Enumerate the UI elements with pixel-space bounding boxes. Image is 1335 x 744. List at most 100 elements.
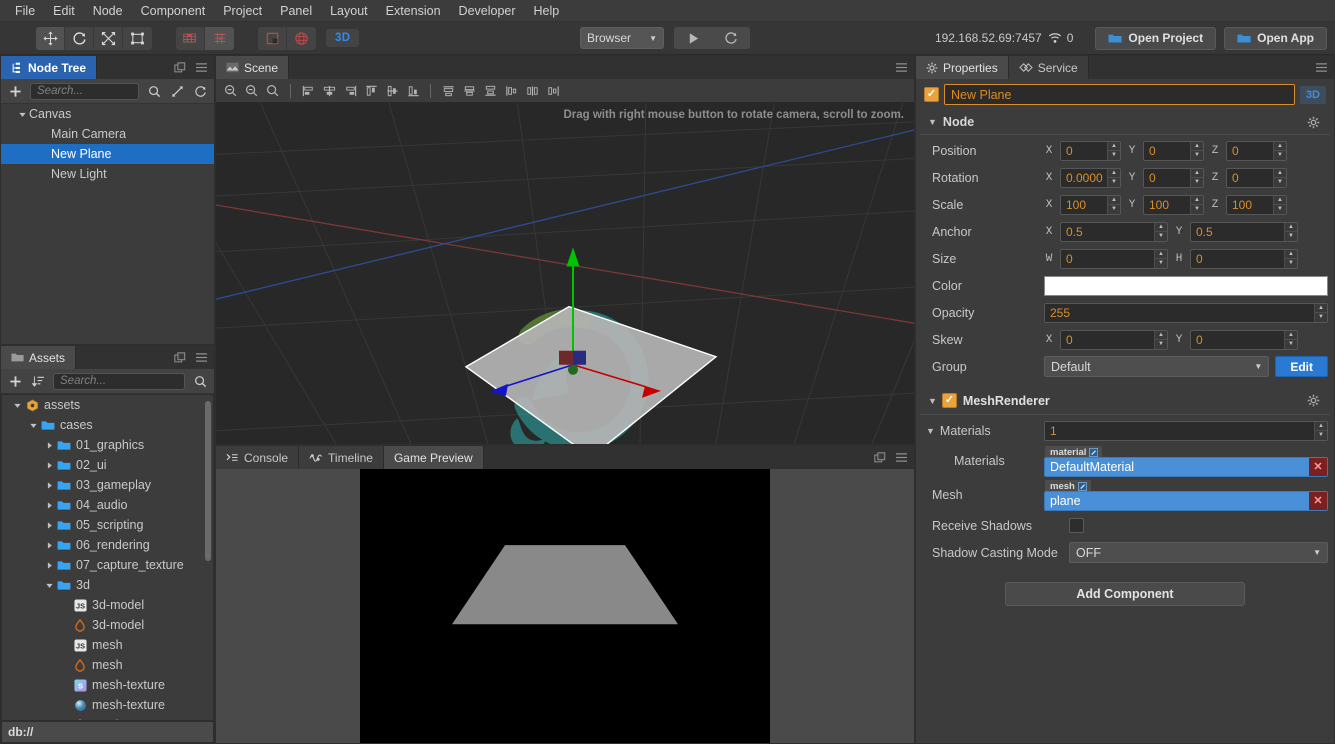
mesh-asset-slot[interactable]: plane ✕ bbox=[1044, 490, 1328, 511]
mesh-renderer-header[interactable]: ▼ ✓ MeshRenderer bbox=[920, 386, 1330, 415]
spinner[interactable]: ▲ ▼ bbox=[1190, 141, 1203, 160]
move-tool-button[interactable] bbox=[36, 26, 65, 50]
spinner[interactable]: ▲ ▼ bbox=[1190, 168, 1203, 187]
distribute-hspace-icon[interactable] bbox=[502, 82, 520, 100]
anchor-x-input[interactable]: 0.5 ▲ ▼ bbox=[1060, 221, 1168, 242]
popout-icon[interactable] bbox=[174, 61, 186, 74]
assets-item[interactable]: 04_audio bbox=[2, 495, 213, 515]
clear-mesh-button[interactable]: ✕ bbox=[1309, 491, 1327, 510]
assets-item[interactable]: JS mesh bbox=[2, 635, 213, 655]
spinner[interactable]: ▲ ▼ bbox=[1273, 168, 1286, 187]
align-hcenter-icon[interactable] bbox=[320, 82, 338, 100]
node-enabled-checkbox[interactable]: ✓ bbox=[924, 87, 939, 102]
panel-menu-icon[interactable] bbox=[195, 352, 208, 363]
distribute-bottom-icon[interactable] bbox=[481, 82, 499, 100]
scale-z-input[interactable]: 100 ▲ ▼ bbox=[1226, 194, 1287, 215]
size-h-input[interactable]: 0 ▲ ▼ bbox=[1190, 248, 1298, 269]
node-tree-item[interactable]: Canvas bbox=[1, 104, 214, 124]
menu-item-developer[interactable]: Developer bbox=[450, 2, 525, 20]
chevron-down-icon[interactable] bbox=[26, 421, 40, 430]
refresh-button[interactable] bbox=[712, 27, 750, 49]
opacity-input[interactable]: 255 ▲ ▼ bbox=[1044, 302, 1328, 323]
panel-menu-icon[interactable] bbox=[1315, 62, 1328, 73]
node-section-header[interactable]: ▼ Node bbox=[920, 109, 1330, 135]
panel-menu-icon[interactable] bbox=[895, 62, 908, 73]
assets-search-input[interactable]: Search... bbox=[53, 372, 185, 390]
group-edit-button[interactable]: Edit bbox=[1275, 356, 1328, 377]
sort-assets-icon[interactable] bbox=[30, 373, 46, 389]
align-top-icon[interactable] bbox=[362, 82, 380, 100]
preview-target-select[interactable]: Browser ▼ bbox=[580, 27, 664, 49]
spinner[interactable]: ▲ ▼ bbox=[1314, 421, 1327, 440]
mesh-renderer-enabled-checkbox[interactable]: ✓ bbox=[941, 393, 957, 408]
assets-scrollbar[interactable] bbox=[205, 401, 211, 561]
node-tree-item[interactable]: Main Camera bbox=[1, 124, 214, 144]
menu-item-extension[interactable]: Extension bbox=[377, 2, 450, 20]
spinner[interactable]: ▲ ▼ bbox=[1190, 195, 1203, 214]
shadow-casting-mode-select[interactable]: OFF ▼ bbox=[1069, 542, 1328, 563]
distribute-vspace-icon[interactable] bbox=[523, 82, 541, 100]
assets-item[interactable]: JS 3d-model bbox=[2, 595, 213, 615]
spinner[interactable]: ▲ ▼ bbox=[1284, 249, 1297, 268]
center-tool-button[interactable] bbox=[205, 26, 234, 50]
menu-item-file[interactable]: File bbox=[6, 2, 44, 20]
chevron-down-icon[interactable]: ▼ bbox=[926, 426, 935, 436]
menu-item-project[interactable]: Project bbox=[214, 2, 271, 20]
chevron-right-icon[interactable] bbox=[42, 521, 56, 530]
open-app-button[interactable]: Open App bbox=[1224, 26, 1327, 50]
rotation-y-input[interactable]: 0 ▲ ▼ bbox=[1143, 167, 1204, 188]
distribute-middle-icon[interactable] bbox=[460, 82, 478, 100]
node-section-gear-icon[interactable] bbox=[1307, 116, 1320, 129]
materials-count-input[interactable]: 1 ▲ ▼ bbox=[1044, 420, 1328, 441]
chevron-down-icon[interactable] bbox=[42, 581, 56, 590]
position-z-input[interactable]: 0 ▲ ▼ bbox=[1226, 140, 1287, 161]
spinner[interactable]: ▲ ▼ bbox=[1284, 222, 1297, 241]
node-dimension-badge[interactable]: 3D bbox=[1299, 85, 1326, 104]
scale-x-input[interactable]: 100 ▲ ▼ bbox=[1060, 194, 1121, 215]
assets-item[interactable]: 07_capture_texture bbox=[2, 555, 213, 575]
node-tree-item[interactable]: New Light bbox=[1, 164, 214, 184]
menu-item-layout[interactable]: Layout bbox=[321, 2, 377, 20]
distribute-top-icon[interactable] bbox=[439, 82, 457, 100]
add-component-button[interactable]: Add Component bbox=[1005, 582, 1245, 606]
assets-item[interactable]: 02_ui bbox=[2, 455, 213, 475]
mesh-renderer-gear-icon[interactable] bbox=[1307, 394, 1320, 407]
node-tree-item[interactable]: New Plane bbox=[1, 144, 214, 164]
scene-viewport[interactable]: Drag with right mouse button to rotate c… bbox=[216, 103, 914, 444]
search-icon[interactable] bbox=[192, 373, 208, 389]
receive-shadows-checkbox[interactable] bbox=[1069, 518, 1084, 533]
assets-item[interactable]: 01_graphics bbox=[2, 435, 213, 455]
panel-menu-icon[interactable] bbox=[195, 62, 208, 73]
tab-node-tree[interactable]: Node Tree bbox=[1, 56, 98, 79]
add-node-button[interactable] bbox=[7, 83, 23, 99]
refresh-tree-icon[interactable] bbox=[192, 83, 208, 99]
rotate-tool-button[interactable] bbox=[65, 26, 94, 50]
assets-item[interactable]: Smesh-texture bbox=[2, 675, 213, 695]
menu-item-component[interactable]: Component bbox=[132, 2, 215, 20]
align-vcenter-icon[interactable] bbox=[383, 82, 401, 100]
search-icon[interactable] bbox=[146, 83, 162, 99]
material-asset-slot[interactable]: DefaultMaterial ✕ bbox=[1044, 456, 1328, 477]
play-button[interactable] bbox=[674, 27, 712, 49]
menu-item-panel[interactable]: Panel bbox=[271, 2, 321, 20]
spinner[interactable]: ▲ ▼ bbox=[1107, 168, 1120, 187]
distribute-edges-icon[interactable] bbox=[544, 82, 562, 100]
group-select[interactable]: Default ▼ bbox=[1044, 356, 1270, 377]
assets-item[interactable]: mesh bbox=[2, 655, 213, 675]
assets-item[interactable]: 3d bbox=[2, 575, 213, 595]
spinner[interactable]: ▲ ▼ bbox=[1107, 141, 1120, 160]
assets-list[interactable]: assets cases 01_graphics 02_ui 03_gameplay 04… bbox=[2, 395, 213, 720]
assets-item[interactable]: 3d-model bbox=[2, 615, 213, 635]
assets-item[interactable]: 05_scripting bbox=[2, 515, 213, 535]
tab-properties[interactable]: Properties bbox=[916, 56, 1009, 79]
spinner[interactable]: ▲ ▼ bbox=[1154, 249, 1167, 268]
chevron-right-icon[interactable] bbox=[42, 541, 56, 550]
local-coord-tool-button[interactable] bbox=[258, 26, 287, 50]
node-tree-search-input[interactable]: Search... bbox=[30, 82, 139, 100]
popout-icon[interactable] bbox=[874, 451, 886, 464]
color-swatch-input[interactable] bbox=[1044, 275, 1328, 296]
zoom-reset-icon[interactable] bbox=[243, 82, 261, 100]
assets-item[interactable]: mesh-texture bbox=[2, 695, 213, 715]
chevron-right-icon[interactable] bbox=[42, 441, 56, 450]
rotation-x-input[interactable]: 0.0000 ▲ ▼ bbox=[1060, 167, 1121, 188]
